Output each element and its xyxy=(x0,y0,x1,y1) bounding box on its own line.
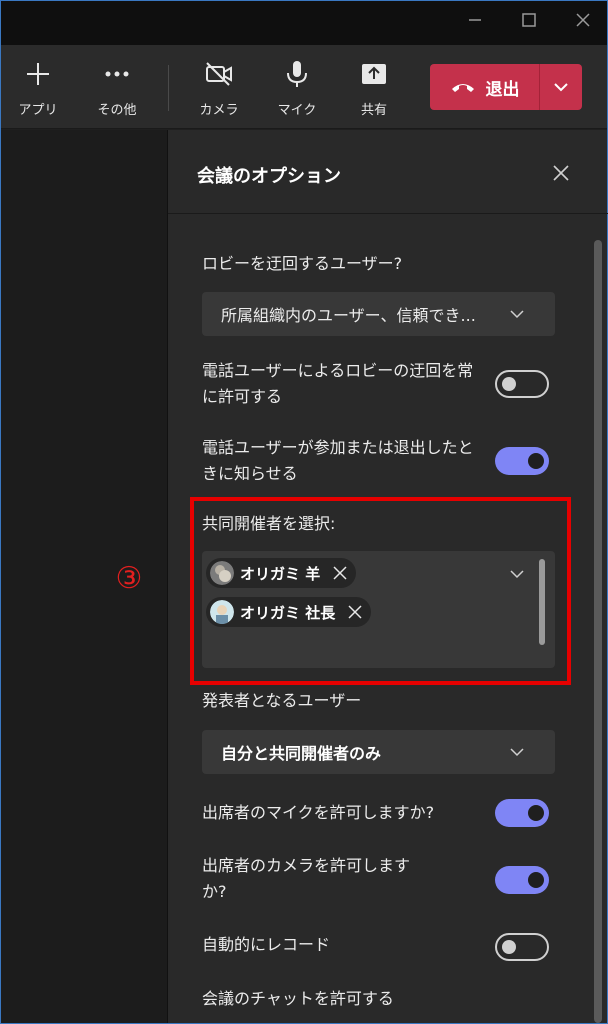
toggle-knob xyxy=(502,377,516,391)
toggle-knob xyxy=(502,940,516,954)
mic-label: マイク xyxy=(277,103,317,118)
camera-button[interactable]: カメラ xyxy=(187,59,251,118)
auto-record-label: 自動的にレコード xyxy=(202,935,331,954)
mic-button[interactable]: マイク xyxy=(265,59,329,118)
apps-button[interactable]: アプリ xyxy=(6,59,70,118)
toggle-knob xyxy=(528,453,544,469)
phone-notify-label: 電話ユーザーが参加または退出したときに知らせる xyxy=(202,438,474,483)
title-bar xyxy=(1,1,607,45)
more-button[interactable]: その他 xyxy=(85,59,149,118)
annotation-marker: ③ xyxy=(115,561,143,596)
avatar xyxy=(210,561,234,585)
auto-record-toggle[interactable] xyxy=(495,933,549,961)
maximize-icon xyxy=(522,13,536,27)
panel-header: 会議のオプション xyxy=(168,130,608,214)
coorganizer-name: オリガミ 羊 xyxy=(240,564,321,583)
leave-options-button[interactable] xyxy=(540,64,582,110)
coorganizer-name: オリガミ 社長 xyxy=(240,603,336,622)
leave-label: 退出 xyxy=(485,79,520,100)
more-icon xyxy=(105,71,129,77)
coorganizer-picker[interactable]: オリガミ 羊 オリガミ 社長 xyxy=(202,551,555,668)
more-label: その他 xyxy=(97,103,137,118)
leave-button[interactable]: 退出 xyxy=(430,64,539,110)
close-icon xyxy=(348,605,362,619)
remove-coorganizer-button[interactable] xyxy=(332,565,348,581)
presenters-value: 自分と共同開催者のみ xyxy=(221,744,382,763)
microphone-icon xyxy=(287,61,307,87)
camera-off-icon xyxy=(206,62,232,86)
coorganizer-chip: オリガミ 羊 xyxy=(206,558,357,588)
presenters-dropdown[interactable]: 自分と共同開催者のみ xyxy=(202,730,555,774)
chevron-down-icon xyxy=(510,748,524,757)
camera-label: カメラ xyxy=(199,103,239,118)
close-icon xyxy=(576,13,590,27)
close-icon xyxy=(553,165,569,181)
plus-icon xyxy=(27,63,49,85)
remove-coorganizer-button[interactable] xyxy=(347,604,363,620)
leave-button-group: 退出 xyxy=(430,64,582,110)
bypass-lobby-label: ロビーを迂回するユーザー? xyxy=(202,254,403,273)
panel-title: 会議のオプション xyxy=(197,166,341,187)
attendee-camera-toggle[interactable] xyxy=(495,866,549,894)
toolbar-divider xyxy=(168,65,169,111)
chevron-down-icon[interactable] xyxy=(509,566,525,582)
maximize-button[interactable] xyxy=(514,7,544,37)
coorganizer-label: 共同開催者を選択: xyxy=(202,514,336,533)
attendee-mic-label: 出席者のマイクを許可しますか? xyxy=(202,803,435,822)
avatar xyxy=(210,600,234,624)
close-panel-button[interactable] xyxy=(548,160,574,186)
chevron-down-icon xyxy=(554,83,568,92)
hang-up-icon xyxy=(451,84,474,92)
close-window-button[interactable] xyxy=(568,7,598,37)
attendee-mic-toggle[interactable] xyxy=(495,799,549,827)
coorganizer-chip: オリガミ 社長 xyxy=(206,597,372,627)
panel-scrollbar[interactable] xyxy=(594,240,602,1023)
share-label: 共有 xyxy=(360,103,387,118)
close-icon xyxy=(333,566,347,580)
bypass-lobby-dropdown[interactable]: 所属組織内のユーザー、信頼でき... xyxy=(202,292,555,336)
toggle-knob xyxy=(528,872,544,888)
phone-notify-toggle[interactable] xyxy=(495,447,549,475)
chat-allow-label: 会議のチャットを許可する xyxy=(202,989,394,1008)
phone-bypass-label: 電話ユーザーによるロビーの迂回を常に許可する xyxy=(202,361,474,406)
presenters-label: 発表者となるユーザー xyxy=(202,691,362,710)
toggle-knob xyxy=(528,805,544,821)
meeting-options-panel: 会議のオプション ロビーを迂回するユーザー? 所属組織内のユーザー、信頼でき..… xyxy=(167,130,608,1023)
minimize-icon xyxy=(469,19,481,21)
share-screen-icon xyxy=(362,64,386,84)
share-button[interactable]: 共有 xyxy=(342,59,406,118)
attendee-camera-label: 出席者のカメラを許可しますか? xyxy=(202,856,411,901)
chevron-down-icon xyxy=(510,310,524,319)
minimize-button[interactable] xyxy=(460,7,490,37)
meeting-toolbar: アプリ その他 カメラ マイク 共有 退出 xyxy=(1,45,607,129)
bypass-lobby-value: 所属組織内のユーザー、信頼でき... xyxy=(221,306,476,325)
apps-label: アプリ xyxy=(18,103,58,118)
picker-scrollbar[interactable] xyxy=(539,559,545,645)
phone-bypass-toggle[interactable] xyxy=(495,370,549,398)
